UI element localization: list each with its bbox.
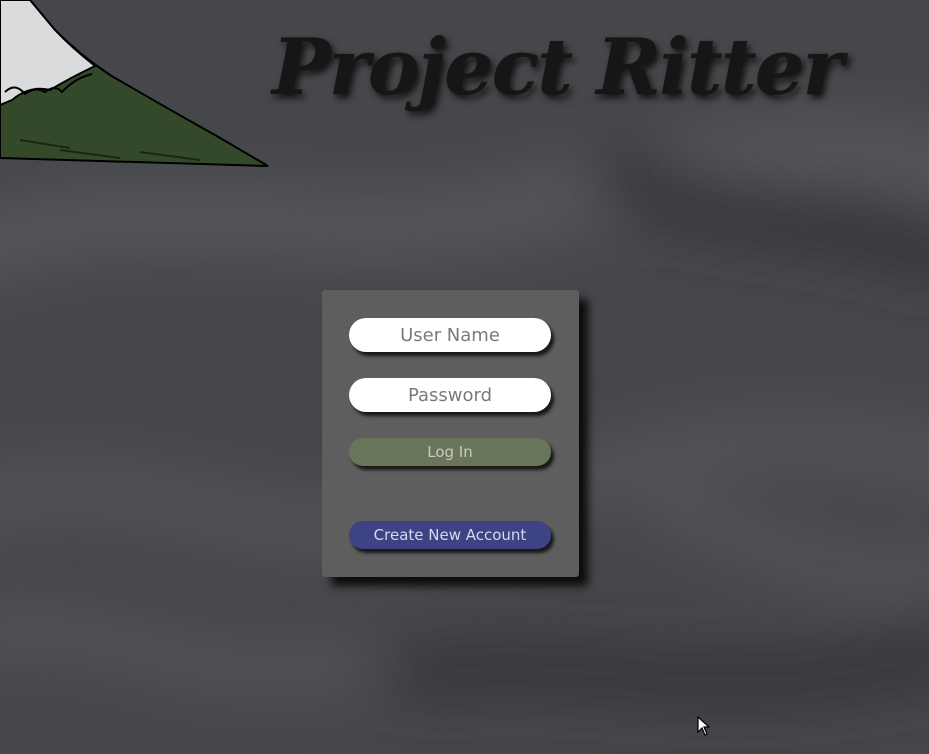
username-input[interactable] (349, 318, 551, 352)
password-input[interactable] (349, 378, 551, 412)
login-panel: Log In Create New Account (322, 290, 579, 577)
create-account-button[interactable]: Create New Account (349, 521, 551, 549)
mountain-icon (0, 0, 269, 167)
cursor-icon (697, 716, 711, 736)
login-button[interactable]: Log In (349, 438, 551, 466)
app-title: Project Ritter (272, 22, 844, 113)
